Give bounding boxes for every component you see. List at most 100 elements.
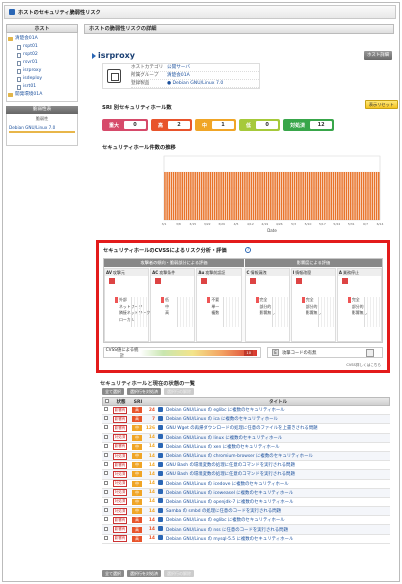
tree-item[interactable]: rspt02 bbox=[8, 51, 76, 59]
severity-medium[interactable]: 中1 bbox=[195, 119, 237, 131]
score: 14 bbox=[148, 453, 155, 459]
vuln-title[interactable]: Debian GNU/Linux の xen に複数のセキュリティホール bbox=[166, 444, 390, 450]
row-checkbox[interactable] bbox=[104, 508, 108, 513]
title-bar: ホストのセキュリティ脆弱性リスク bbox=[4, 5, 396, 19]
row-checkbox[interactable] bbox=[104, 498, 108, 503]
table-row[interactable]: 対処済中 14 Debian GNU/Linux の linux に複数のセキュリテ… bbox=[102, 433, 390, 443]
trend-bar bbox=[274, 172, 276, 220]
vuln-title[interactable]: Debian GNU/Linux の chromium-browser に複数の… bbox=[166, 453, 390, 459]
vuln-title[interactable]: Debian GNU/Linux の iceweasel に複数のセキュリティホ… bbox=[166, 490, 390, 496]
metric-icon bbox=[341, 278, 348, 284]
vuln-title[interactable]: Debian GNU/Linux の openjdk-7 に複数のセキュリティホ… bbox=[166, 499, 390, 505]
table-row[interactable]: 対処済中 14 Debian GNU/Linux の icedove に複数のセキュ… bbox=[102, 480, 390, 489]
vuln-title[interactable]: GNU Bash の環境変数の処理に任意のコマンドを実行される問題 bbox=[166, 471, 390, 477]
row-checkbox[interactable] bbox=[104, 517, 108, 522]
table-row[interactable]: 対処済中 14 Debian GNU/Linux の chromium-browse… bbox=[102, 451, 390, 462]
tree-item[interactable]: 清楚会01A bbox=[8, 35, 76, 43]
cvss-link[interactable]: CVSS詳しくはこちら bbox=[346, 363, 381, 368]
severity-badge: 高 bbox=[132, 416, 142, 423]
row-checkbox[interactable] bbox=[104, 443, 108, 448]
trend-bar bbox=[224, 172, 227, 220]
trend-bar bbox=[200, 172, 203, 220]
mark-resolved-button-bottom[interactable]: 選択行を対処済 bbox=[127, 570, 161, 577]
vuln-title[interactable]: Debian GNU/Linux の eglibc に複数のセキュリティホール bbox=[166, 517, 390, 523]
unselect-button[interactable]: 選択行の解除 bbox=[164, 388, 194, 395]
metric-bar bbox=[271, 297, 290, 327]
row-checkbox[interactable] bbox=[104, 480, 108, 485]
vuln-title[interactable]: Debian GNU/Linux の nss に任意のコードを実行される問題 bbox=[166, 527, 390, 533]
table-row[interactable]: 対処済中 14 GNU Bash の環境変数の処理に任意のコマンドを実行される問題 bbox=[102, 470, 390, 480]
host-detail-button[interactable]: ホスト詳細 bbox=[364, 51, 392, 60]
row-checkbox[interactable] bbox=[104, 462, 108, 467]
server-icon bbox=[107, 69, 121, 83]
row-checkbox[interactable] bbox=[104, 471, 108, 476]
metric-bar bbox=[317, 297, 336, 327]
unselect-button-bottom[interactable]: 選択行の解除 bbox=[164, 570, 194, 577]
status-badge: 影響有 bbox=[112, 526, 128, 534]
metric-icon bbox=[109, 278, 115, 284]
severity-low[interactable]: 低0 bbox=[239, 119, 281, 131]
score: 14 bbox=[148, 490, 155, 496]
host-name: isrproxy bbox=[92, 51, 135, 60]
vuln-title[interactable]: Debian GNU/Linux の eglibc に複数のセキュリティホール bbox=[166, 407, 390, 413]
severity-badge: 中 bbox=[132, 443, 142, 450]
row-checkbox[interactable] bbox=[104, 453, 108, 458]
tree-item[interactable]: 開発環境01A bbox=[8, 91, 76, 99]
table-row[interactable]: 対処済中 14 Debian GNU/Linux の iceweasel に複数のセ… bbox=[102, 488, 390, 498]
table-row[interactable]: 対処済中 14 Debian GNU/Linux の openjdk-7 に複数のセ… bbox=[102, 498, 390, 508]
severity-resolved[interactable]: 対処済 12 bbox=[283, 119, 335, 131]
vuln-title[interactable]: Debian GNU/Linux の linux に複数のセキュリティホール bbox=[166, 435, 390, 441]
tree-item[interactable]: isrproxy bbox=[8, 67, 76, 75]
vuln-title[interactable]: Debian GNU/Linux の ica に複数のセキュリティホール bbox=[166, 416, 390, 422]
table-row[interactable]: 影響有中 126 GNU Wget の再帰ダウンロードの処理に任意のファイルを上書き… bbox=[102, 424, 390, 434]
table-row[interactable]: 影響有高 14 Debian GNU/Linux の mysql-5.5 に複数のセ… bbox=[102, 535, 390, 544]
row-checkbox[interactable] bbox=[104, 526, 108, 531]
tree-item[interactable]: rsvr01 bbox=[8, 59, 76, 67]
row-checkbox[interactable] bbox=[104, 425, 108, 430]
table-row[interactable]: 影響有高 7 Debian GNU/Linux の ica に複数のセキュリティホー… bbox=[102, 415, 390, 425]
severity-badge: 中 bbox=[132, 471, 142, 478]
tree-item[interactable]: rspt01 bbox=[8, 43, 76, 51]
table-row[interactable]: 影響有中 14 Debian GNU/Linux の xen に複数のセキュリティホ… bbox=[102, 443, 390, 452]
exploit-icon bbox=[366, 348, 374, 357]
link-icon bbox=[158, 498, 163, 504]
trend-bar bbox=[252, 172, 255, 220]
trend-bar bbox=[270, 172, 272, 220]
vuln-title[interactable]: GNU Bash の環境変数の処理に任意のコマンドを実行される問題 bbox=[166, 462, 390, 468]
status-badge: 対処済 bbox=[112, 452, 128, 460]
table-row[interactable]: 対処済中 14 Samba の smbd の処理に任意のコードを実行される問題 bbox=[102, 507, 390, 517]
vuln-title[interactable]: GNU Wget の再帰ダウンロードの処理に任意のファイルを上書きされる問題 bbox=[166, 425, 390, 431]
tree-item[interactable]: isrt01 bbox=[8, 83, 76, 91]
help-icon[interactable]: ? bbox=[245, 247, 251, 253]
row-checkbox[interactable] bbox=[104, 489, 108, 494]
metric-marker bbox=[347, 297, 351, 303]
row-checkbox[interactable] bbox=[104, 407, 108, 412]
severity-critical[interactable]: 重大 0 bbox=[102, 119, 149, 131]
group-left-header: 攻撃者の傾向・脆弱部分による評価 bbox=[104, 259, 244, 267]
reset-button[interactable]: 表示リセット bbox=[364, 100, 398, 109]
vuln-title[interactable]: Debian GNU/Linux の icedove に複数のセキュリティホール bbox=[166, 481, 390, 487]
row-checkbox[interactable] bbox=[104, 535, 108, 540]
table-row[interactable]: 影響有中 14 GNU Bash の環境変数の処理に任意のコマンドを実行される問題 bbox=[102, 461, 390, 471]
x-tick-label: 3/29 bbox=[218, 222, 225, 226]
trend-bar bbox=[289, 172, 291, 220]
vuln-title[interactable]: Debian GNU/Linux の mysql-5.5 に複数のセキュリティホ… bbox=[166, 536, 390, 542]
table-row[interactable]: 影響有高 14 Debian GNU/Linux の eglibc に複数のセキュリ… bbox=[102, 516, 390, 526]
trend-bar bbox=[347, 172, 350, 220]
table-row[interactable]: 影響有高 24 Debian GNU/Linux の eglibc に複数のセキュリ… bbox=[102, 406, 390, 416]
group-row[interactable]: Debian GNU/Linux 7.0 bbox=[9, 125, 75, 133]
tree-item[interactable]: isdeploy bbox=[8, 75, 76, 83]
link-icon bbox=[158, 470, 163, 476]
select-all-checkbox[interactable] bbox=[105, 399, 109, 403]
row-checkbox[interactable] bbox=[104, 416, 108, 421]
list-toolbar-bottom: 全て選択 選択行を対処済 選択行の解除 bbox=[102, 570, 194, 577]
vuln-title[interactable]: Samba の smbd の処理に任意のコードを実行される問題 bbox=[166, 508, 390, 514]
severity-high[interactable]: 高2 bbox=[151, 119, 193, 131]
mark-resolved-button[interactable]: 選択行を対処済 bbox=[127, 388, 161, 395]
table-header: 状態 SRI タイトル bbox=[102, 397, 390, 406]
table-row[interactable]: 影響有高 14 Debian GNU/Linux の nss に任意のコードを実行さ… bbox=[102, 525, 390, 535]
trend-bar bbox=[226, 172, 229, 220]
select-all-button[interactable]: 全て選択 bbox=[102, 388, 124, 395]
select-all-button-bottom[interactable]: 全て選択 bbox=[102, 570, 124, 577]
row-checkbox[interactable] bbox=[104, 434, 108, 439]
